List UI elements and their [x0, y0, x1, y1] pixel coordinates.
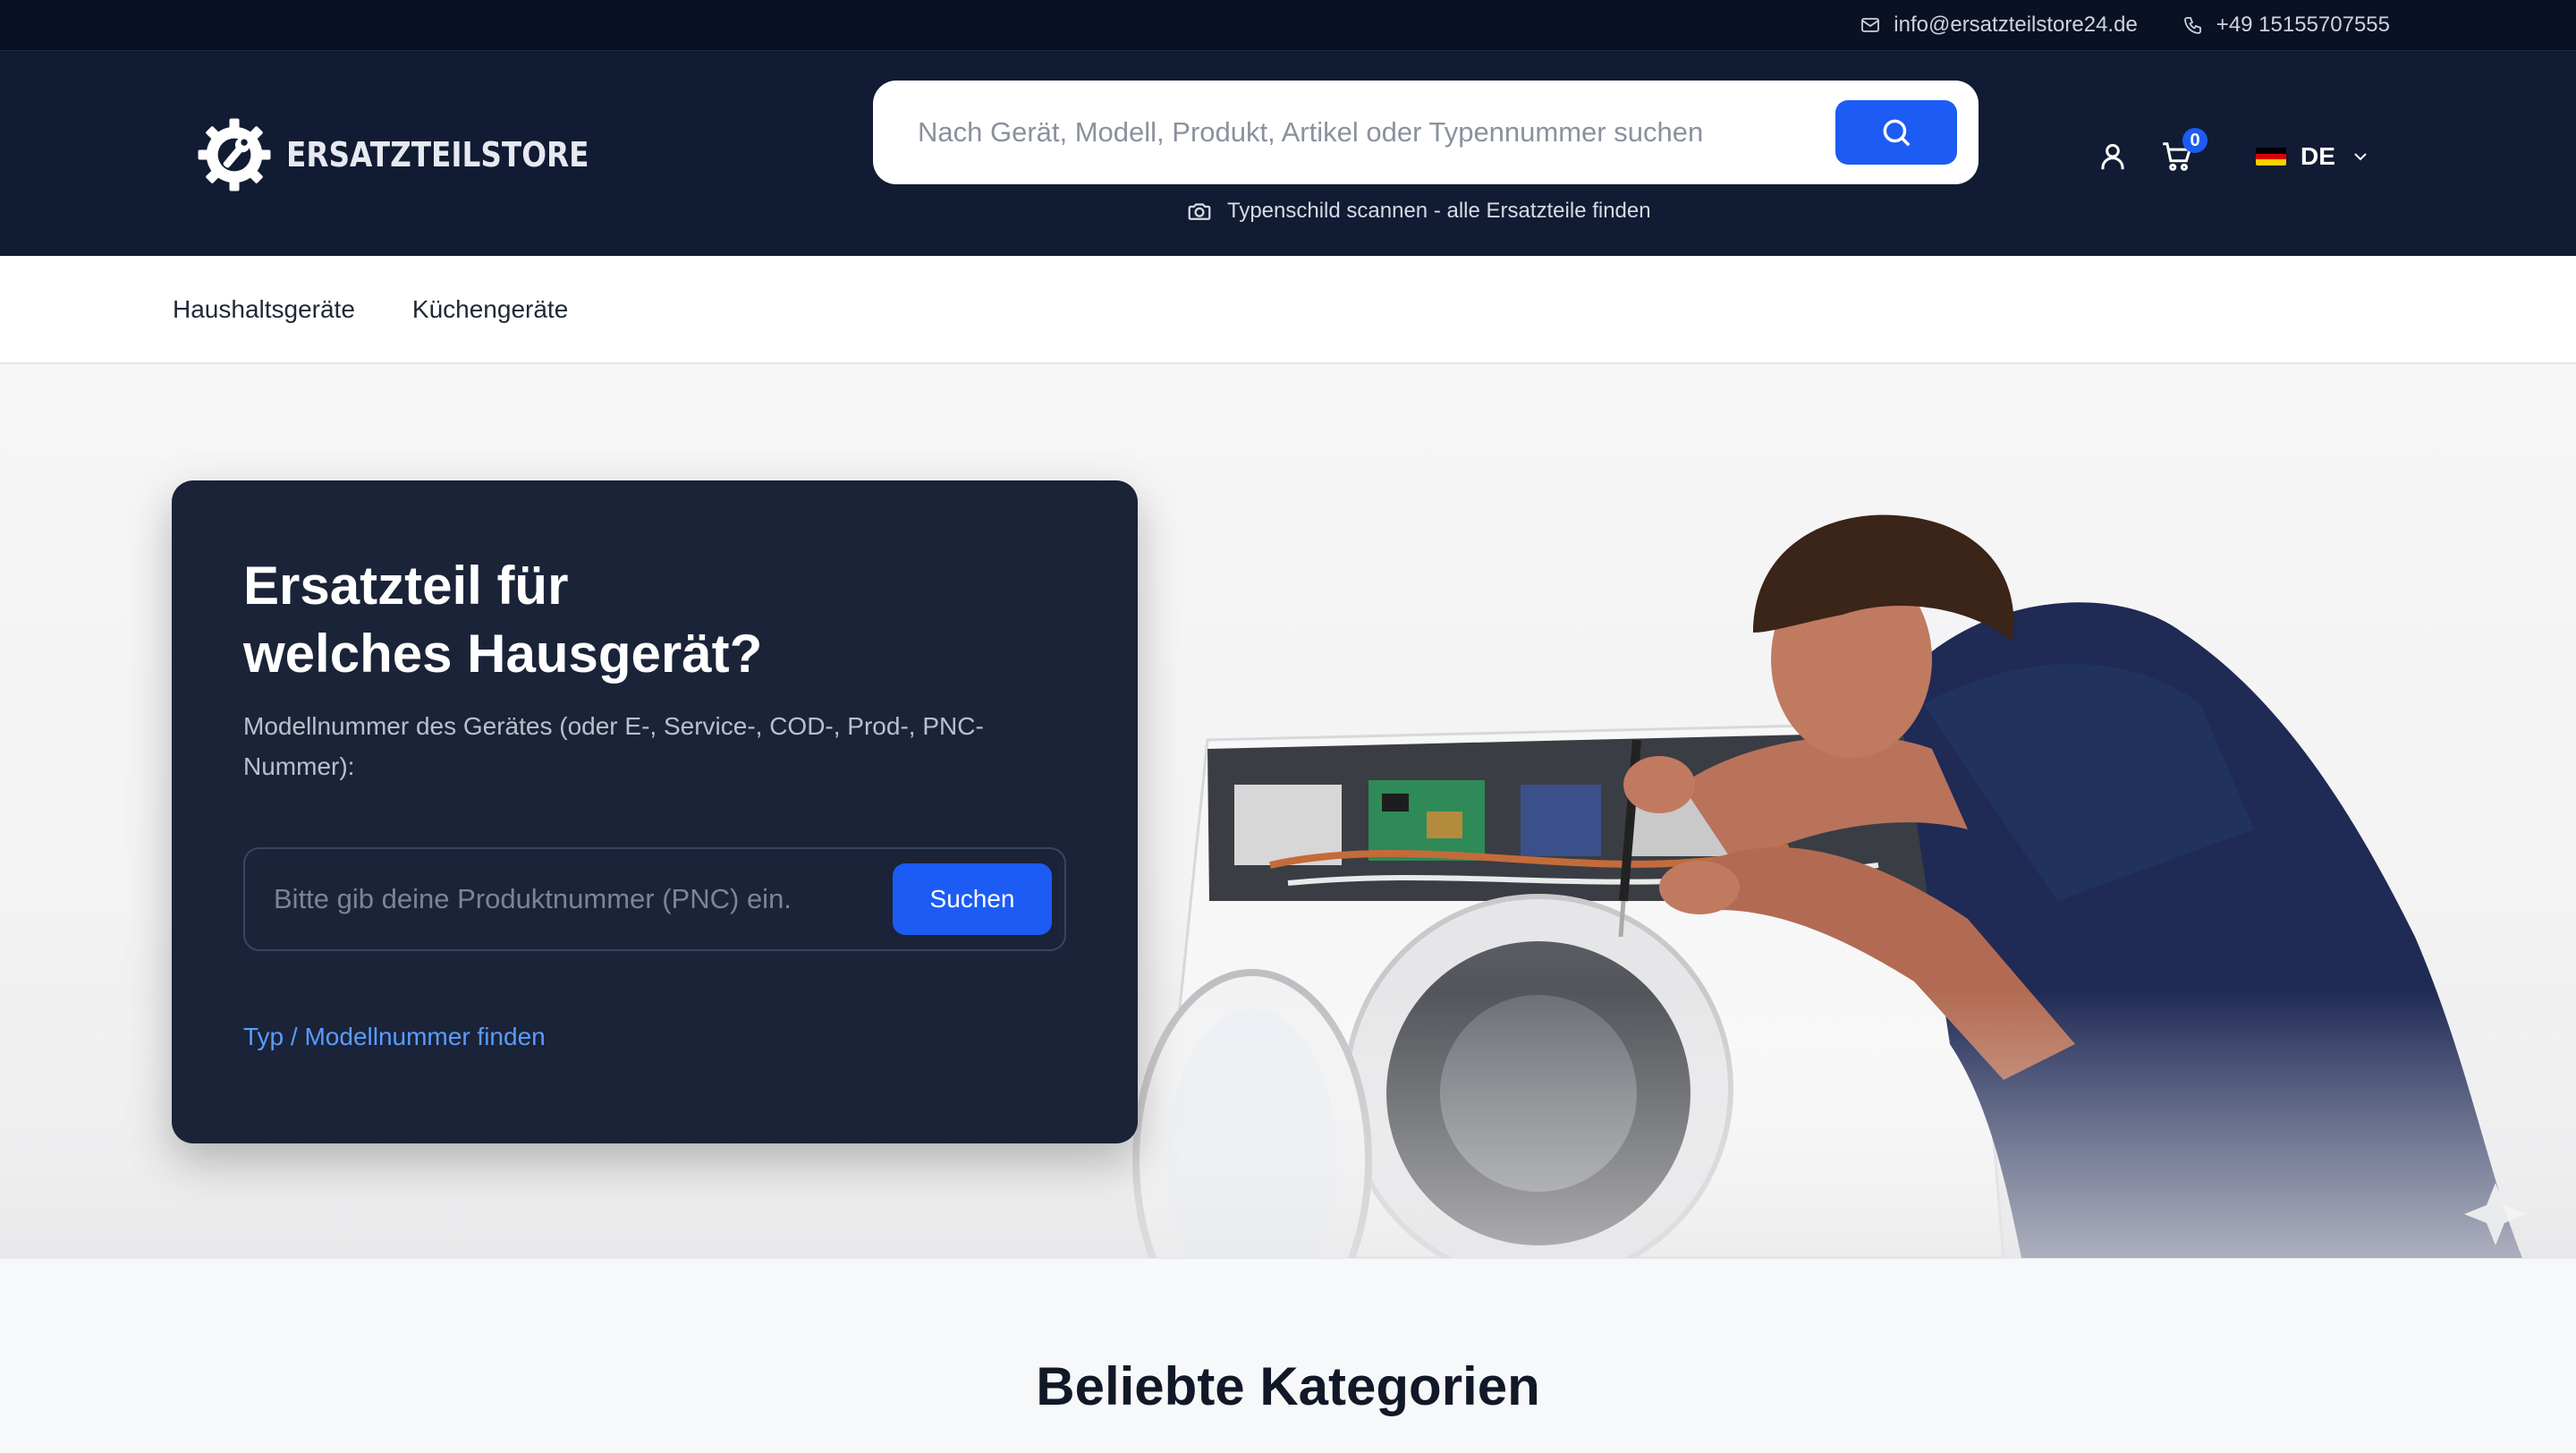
- search-input[interactable]: [918, 116, 1835, 149]
- search-icon: [1883, 119, 1911, 147]
- contact-email[interactable]: info@ersatzteilstore24.de: [1860, 13, 2138, 38]
- top-info-bar: info@ersatzteilstore24.de +49 1515570755…: [0, 0, 2576, 51]
- scan-typeplate-link[interactable]: Typenschild scannen - alle Ersatzteile f…: [1186, 198, 1651, 225]
- cart-button[interactable]: 0: [2157, 128, 2207, 176]
- chevron-down-icon: [2354, 153, 2367, 161]
- contact-email-text: info@ersatzteilstore24.de: [1894, 13, 2138, 37]
- pnc-search-box: Suchen: [243, 847, 1066, 951]
- scan-link-text: Typenschild scannen - alle Ersatzteile f…: [1227, 199, 1651, 223]
- popular-categories-section: Beliebte Kategorien: [0, 1258, 2576, 1453]
- site-logo[interactable]: ERSATZTEILSTORE: [193, 114, 639, 196]
- find-model-number-link[interactable]: Typ / Modellnummer finden: [243, 1023, 546, 1051]
- logo-text: ERSATZTEILSTORE: [286, 135, 589, 174]
- nav-item-kuechengeraete[interactable]: Küchengeräte: [412, 295, 568, 324]
- account-button[interactable]: [2093, 137, 2132, 176]
- contact-phone-text: +49 15155707555: [2216, 13, 2390, 37]
- pnc-input[interactable]: [274, 883, 893, 915]
- hero-subtitle: Modellnummer des Gerätes (oder E-, Servi…: [243, 712, 984, 780]
- categories-title: Beliebte Kategorien: [1036, 1356, 1540, 1416]
- model-search-card: Ersatzteil für welches Hausgerät? Modell…: [172, 480, 1138, 1143]
- pnc-search-button[interactable]: Suchen: [893, 863, 1052, 935]
- germany-flag-icon: [2256, 148, 2286, 166]
- language-selector[interactable]: DE: [2256, 142, 2371, 171]
- main-header: ERSATZTEILSTORE Typenschild scannen - al…: [0, 51, 2576, 256]
- gear-wrench-logo-icon: [198, 118, 271, 191]
- phone-icon: [2183, 17, 2201, 34]
- nav-item-haushaltsgeraete[interactable]: Haushaltsgeräte: [173, 295, 355, 324]
- global-search: [873, 81, 1979, 184]
- user-icon: [2101, 143, 2124, 170]
- camera-icon: [1188, 203, 1211, 220]
- contact-phone[interactable]: +49 15155707555: [2182, 13, 2390, 38]
- envelope-icon: [1861, 18, 1880, 32]
- search-button[interactable]: [1835, 100, 1957, 165]
- hero-title: Ersatzteil für welches Hausgerät?: [243, 556, 763, 684]
- category-nav: Haushaltsgeräte Küchengeräte: [0, 256, 2576, 364]
- language-code: DE: [2301, 142, 2335, 170]
- header-actions: 0 DE: [2093, 128, 2371, 182]
- cart-count-badge: 0: [2182, 128, 2207, 153]
